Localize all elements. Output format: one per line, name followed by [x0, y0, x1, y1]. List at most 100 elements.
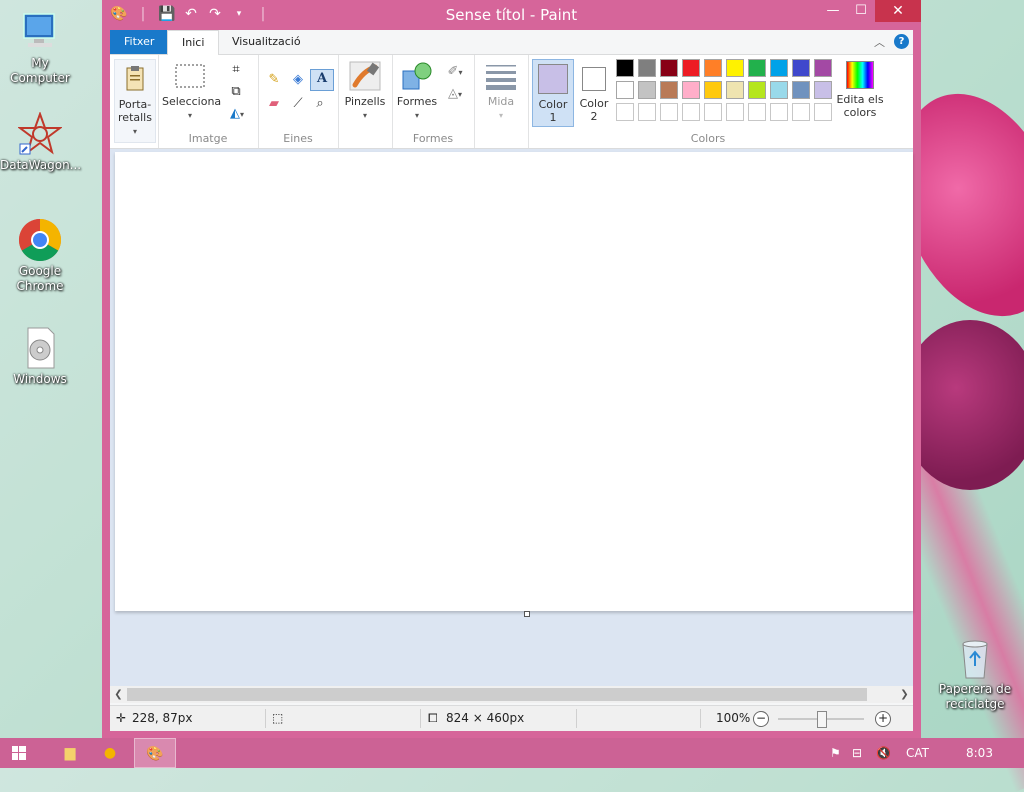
- palette-swatch[interactable]: [726, 59, 744, 77]
- horizontal-scrollbar[interactable]: ❮ ❯: [110, 686, 913, 703]
- zoom-slider-thumb[interactable]: [817, 711, 827, 728]
- rotate-icon[interactable]: ◭▾: [224, 105, 250, 123]
- eraser-icon[interactable]: ▰: [264, 95, 284, 113]
- group-brushes: Pinzells ▾: [338, 55, 393, 148]
- desktop-icon-recycle-bin[interactable]: Paperera de reciclatge: [935, 636, 1015, 712]
- custom-color-slot[interactable]: [616, 103, 634, 121]
- palette-swatch[interactable]: [704, 59, 722, 77]
- volume-muted-icon[interactable]: 🔇: [876, 738, 891, 768]
- selection-rectangle-icon: [174, 61, 206, 91]
- palette-swatch[interactable]: [682, 81, 700, 99]
- custom-color-slot[interactable]: [638, 103, 656, 121]
- outline-icon[interactable]: ✐▾: [442, 63, 468, 81]
- color-spectrum-icon: [846, 61, 874, 89]
- start-button[interactable]: [0, 738, 38, 768]
- tab-file[interactable]: Fitxer: [110, 30, 169, 54]
- zoom-in-button[interactable]: +: [875, 711, 891, 727]
- palette-swatch[interactable]: [814, 81, 832, 99]
- tab-home[interactable]: Inici: [167, 30, 220, 55]
- help-icon[interactable]: ?: [894, 34, 909, 49]
- palette-swatch[interactable]: [770, 81, 788, 99]
- line-size-icon: [485, 61, 517, 91]
- group-label-tools: Eines: [283, 132, 313, 145]
- custom-color-slot[interactable]: [748, 103, 766, 121]
- tab-view[interactable]: Visualització: [218, 30, 315, 54]
- palette-swatch[interactable]: [726, 81, 744, 99]
- group-image: Selecciona ▾ ⌗ ⧉ ◭▾ Imatge: [158, 55, 259, 148]
- select-button[interactable]: Selecciona ▾: [162, 61, 221, 122]
- close-button[interactable]: ✕: [875, 0, 921, 22]
- text-tool-icon[interactable]: A: [310, 69, 334, 91]
- palette-swatch[interactable]: [682, 59, 700, 77]
- magnifier-icon[interactable]: ⌕: [310, 95, 330, 113]
- custom-color-slot[interactable]: [682, 103, 700, 121]
- brushes-button[interactable]: Pinzells ▾: [340, 61, 390, 122]
- group-label-image: Imatge: [188, 132, 228, 145]
- computer-icon: [18, 10, 62, 54]
- custom-color-slot[interactable]: [814, 103, 832, 121]
- palette-swatch[interactable]: [660, 81, 678, 99]
- palette-swatch[interactable]: [660, 59, 678, 77]
- custom-color-slot[interactable]: [704, 103, 722, 121]
- scrollbar-thumb[interactable]: [127, 688, 867, 701]
- custom-color-slot[interactable]: [770, 103, 788, 121]
- color1-swatch: [538, 64, 568, 94]
- canvas-resize-handle[interactable]: [524, 611, 530, 617]
- pencil-icon[interactable]: ✎: [264, 71, 284, 89]
- color2-swatch: [582, 67, 606, 91]
- desktop-icon-datawagon[interactable]: DataWagon...: [0, 111, 81, 173]
- palette-swatch[interactable]: [792, 81, 810, 99]
- clipboard-button[interactable]: Porta-retalls ▾: [114, 59, 156, 143]
- taskbar: ▆ ● 🎨 ⚑ ⊟ 🔇 CAT 8:03: [0, 738, 1024, 768]
- desktop-icon-windows[interactable]: Windows: [0, 326, 80, 387]
- drawing-canvas[interactable]: [115, 152, 913, 611]
- palette-swatch[interactable]: [704, 81, 722, 99]
- collapse-ribbon-icon[interactable]: ︿: [874, 34, 885, 50]
- palette-swatch[interactable]: [814, 59, 832, 77]
- taskbar-chrome[interactable]: ●: [80, 738, 140, 768]
- action-center-icon[interactable]: ⚑: [830, 738, 841, 768]
- fill-bucket-icon[interactable]: ◈: [288, 71, 308, 89]
- taskbar-paint[interactable]: 🎨: [134, 738, 176, 768]
- color1-button[interactable]: Color 1: [532, 59, 574, 127]
- palette-swatch[interactable]: [638, 81, 656, 99]
- network-icon[interactable]: ⊟: [852, 738, 862, 768]
- palette-swatch[interactable]: [616, 81, 634, 99]
- paint-app-icon: 🎨: [146, 746, 164, 762]
- palette-swatch[interactable]: [748, 81, 766, 99]
- shapes-button[interactable]: Formes ▾: [394, 61, 440, 122]
- crop-icon[interactable]: ⌗: [226, 61, 246, 79]
- status-bar: ✛ 228, 87px ⬚ ⧠ 824 × 460px 100% − +: [110, 705, 913, 731]
- edit-colors-button[interactable]: Edita els colors: [834, 61, 886, 119]
- minimize-button[interactable]: —: [819, 0, 847, 22]
- window-title: Sense títol - Paint: [445, 6, 578, 24]
- custom-color-slot[interactable]: [726, 103, 744, 121]
- title-bar[interactable]: 🎨 | 💾 ↶ ↷ ▾ | Sense títol - Paint — ☐ ✕: [102, 0, 921, 30]
- scroll-right-icon[interactable]: ❯: [896, 686, 913, 703]
- palette-swatch[interactable]: [616, 59, 634, 77]
- desktop-icon-google-chrome[interactable]: Google Chrome: [0, 218, 80, 294]
- palette-swatch[interactable]: [770, 59, 788, 77]
- custom-color-slot[interactable]: [660, 103, 678, 121]
- size-button[interactable]: Mida ▾: [480, 61, 522, 122]
- language-indicator[interactable]: CAT: [906, 738, 929, 768]
- clock[interactable]: 8:03: [966, 738, 993, 768]
- desktop-icon-my-computer[interactable]: My Computer: [0, 10, 80, 86]
- fill-icon[interactable]: ◬▾: [442, 85, 468, 103]
- group-colors: Color 1 Color 2 Edita els colors Colors: [528, 55, 888, 148]
- palette-swatch[interactable]: [638, 59, 656, 77]
- maximize-button[interactable]: ☐: [847, 0, 875, 22]
- canvas-size: 824 × 460px: [446, 711, 525, 725]
- cursor-position: 228, 87px: [132, 711, 193, 725]
- group-shapes: Formes ▾ ✐▾ ◬▾ Formes: [392, 55, 475, 148]
- resize-icon[interactable]: ⧉: [226, 83, 246, 101]
- color-picker-icon[interactable]: ⟋: [288, 95, 308, 113]
- palette-swatch[interactable]: [748, 59, 766, 77]
- color2-button[interactable]: Color 2: [576, 59, 612, 125]
- color1-label: Color: [538, 98, 568, 111]
- custom-color-slot[interactable]: [792, 103, 810, 121]
- scroll-left-icon[interactable]: ❮: [110, 686, 127, 703]
- brushes-label: Pinzells: [344, 95, 386, 108]
- zoom-out-button[interactable]: −: [753, 711, 769, 727]
- palette-swatch[interactable]: [792, 59, 810, 77]
